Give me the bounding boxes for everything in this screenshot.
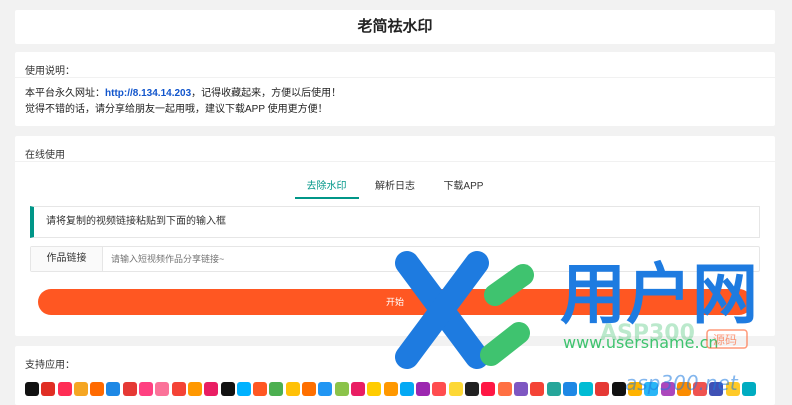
app-icon-16 (285, 381, 300, 396)
app-icon-17 (302, 381, 317, 396)
app-icon-34 (579, 381, 594, 396)
app-icon-14 (253, 381, 268, 396)
app-icon-25 (432, 381, 447, 396)
app-icon-20 (350, 381, 365, 396)
notice-line-2: 觉得不错的话，请分享给朋友一起用哦，建议下载APP 使用更方便！ (25, 104, 328, 115)
app-icon-35 (595, 381, 610, 396)
app-icon-28 (481, 381, 496, 396)
online-heading: 在线使用 (15, 136, 775, 162)
app-icon-9 (171, 381, 186, 396)
app-icon-7 (139, 381, 154, 396)
link-input[interactable] (111, 249, 751, 269)
app-icon-22 (383, 381, 398, 396)
app-icon-26 (448, 381, 463, 396)
notice-line-1-suffix: ，记得收藏起来，方便以后使用！ (191, 88, 342, 99)
apps-heading: 支持应用： (25, 360, 75, 371)
apps-card: 支持应用： (15, 346, 775, 405)
app-icon-6 (122, 381, 137, 396)
app-icon-8 (155, 381, 170, 396)
notice-heading: 使用说明： (15, 52, 775, 78)
app-icon-38 (644, 381, 659, 396)
tab-download-app[interactable]: 下载APP (431, 177, 495, 199)
title-card: 老简祛水印 (15, 10, 775, 44)
app-icon-3 (73, 381, 88, 396)
app-icon-41 (693, 381, 708, 396)
notice-line-1: 本平台永久网址：http://8.134.14.203，记得收藏起来，方便以后使… (25, 86, 765, 102)
app-icon-12 (220, 381, 235, 396)
notice-card: 使用说明： 本平台永久网址：http://8.134.14.203，记得收藏起来… (15, 52, 775, 126)
app-icon-36 (611, 381, 626, 396)
tab-remove-watermark[interactable]: 去除水印 (294, 177, 359, 199)
online-card: 在线使用 去除水印 解析日志 下载APP 请将复制的视频链接粘贴到下面的输入框 … (15, 136, 775, 336)
app-icon-39 (660, 381, 675, 396)
app-icon-13 (236, 381, 251, 396)
app-icon-23 (399, 381, 414, 396)
notice-line-1-prefix: 本平台永久网址： (25, 88, 105, 99)
page-title: 老简祛水印 (357, 18, 433, 35)
app-icon-2 (57, 381, 72, 396)
link-input-label: 作品链接 (31, 247, 103, 271)
app-icon-44 (742, 381, 757, 396)
start-button[interactable]: 开始 (38, 289, 752, 315)
tab-bar: 去除水印 解析日志 下载APP (15, 176, 775, 199)
app-icon-31 (530, 381, 545, 396)
app-icon-30 (513, 381, 528, 396)
app-icon-37 (627, 381, 642, 396)
permanent-url-link[interactable]: http://8.134.14.203 (105, 88, 191, 99)
app-icon-19 (334, 381, 349, 396)
app-icon-4 (90, 381, 105, 396)
app-icon-0 (25, 381, 39, 396)
link-input-row: 作品链接 (30, 246, 760, 272)
app-icon-10 (187, 381, 202, 396)
app-icon-42 (709, 381, 724, 396)
app-icon-29 (497, 381, 512, 396)
app-icon-11 (204, 381, 219, 396)
app-icon-5 (106, 381, 121, 396)
notice-body: 本平台永久网址：http://8.134.14.203，记得收藏起来，方便以后使… (15, 78, 775, 118)
tip-box: 请将复制的视频链接粘贴到下面的输入框 (30, 206, 760, 238)
app-icon-21 (367, 381, 382, 396)
tab-parse-log[interactable]: 解析日志 (363, 177, 427, 199)
app-icon-43 (725, 381, 740, 396)
app-icon-24 (416, 381, 431, 396)
app-icon-32 (546, 381, 561, 396)
app-icon-row (25, 380, 770, 398)
app-icon-33 (562, 381, 577, 396)
app-icon-40 (676, 381, 691, 396)
app-icon-18 (318, 381, 333, 396)
app-icon-27 (465, 381, 480, 396)
app-icon-15 (269, 381, 284, 396)
app-icon-1 (41, 381, 56, 396)
